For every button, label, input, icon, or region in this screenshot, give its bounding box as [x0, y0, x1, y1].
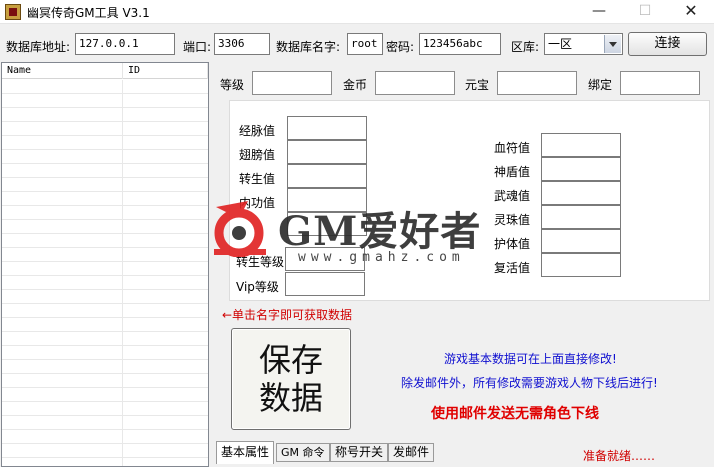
db-address-label: 数据库地址:	[6, 40, 71, 54]
bound-yuanbao-input[interactable]	[620, 71, 700, 95]
port-label: 端口:	[183, 40, 212, 54]
info-line-1: 游戏基本数据可在上面直接修改!	[444, 352, 617, 366]
blood-charm-label: 血符值	[494, 141, 531, 155]
click-name-hint: ←单击名字即可获取数据	[222, 308, 353, 322]
info-line-2: 除发邮件外，所有修改需要游戏人物下线后进行!	[401, 376, 658, 390]
yuanbao-input[interactable]	[497, 71, 577, 95]
wings-input[interactable]	[287, 140, 367, 164]
wings-label: 翅膀值	[239, 148, 276, 162]
watermark-url: www.gmahz.com	[298, 250, 465, 265]
revive-input[interactable]	[541, 253, 621, 277]
divine-shield-input[interactable]	[541, 157, 621, 181]
war-soul-input[interactable]	[541, 181, 621, 205]
level-label: 等级	[220, 78, 245, 92]
watermark-brand: GM爱好者	[278, 208, 482, 255]
port-input[interactable]: 3306	[214, 33, 270, 55]
bound-yuanbao-label: 绑定	[588, 78, 613, 92]
spirit-orb-input[interactable]	[541, 205, 621, 229]
gold-label: 金币	[343, 78, 368, 92]
body-guard-input[interactable]	[541, 229, 621, 253]
rebirth-value-input[interactable]	[287, 164, 367, 188]
save-data-button[interactable]: 保存数据	[231, 328, 351, 430]
vip-level-input[interactable]	[285, 272, 365, 296]
db-name-input[interactable]: root	[347, 33, 383, 55]
window-title: 幽冥传奇GM工具 V3.1	[27, 6, 150, 20]
zone-select[interactable]: 一区	[544, 33, 623, 55]
level-input[interactable]	[252, 71, 332, 95]
main-window: 幽冥传奇GM工具 V3.1 — ☐ ✕ 数据库地址: 127.0.0.1 端口:…	[0, 0, 714, 467]
watermark-logo-icon	[214, 201, 266, 257]
chevron-down-icon[interactable]	[604, 35, 621, 53]
tab-gm-commands[interactable]: GM 命令	[276, 443, 330, 462]
app-logo-icon	[5, 4, 21, 20]
save-data-label: 保存数据	[258, 341, 323, 417]
tab-send-mail[interactable]: 发邮件	[388, 443, 435, 462]
password-label: 密码:	[386, 40, 415, 54]
list-header: Name ID	[2, 63, 208, 79]
meridian-label: 经脉值	[239, 124, 276, 138]
list-rows[interactable]	[2, 80, 208, 466]
info-line-3: 使用邮件发送无需角色下线	[431, 406, 599, 422]
watermark: GM爱好者 www.gmahz.com	[208, 195, 528, 275]
tab-title-toggle[interactable]: 称号开关	[330, 443, 389, 462]
column-id-header[interactable]: ID	[123, 63, 208, 79]
zone-select-value: 一区	[548, 37, 573, 51]
status-text: 准备就绪……	[583, 449, 656, 463]
divine-shield-label: 神盾值	[494, 165, 531, 179]
db-name-label: 数据库名字:	[276, 40, 341, 54]
db-address-input[interactable]: 127.0.0.1	[75, 33, 175, 55]
minimize-button[interactable]: —	[576, 0, 622, 24]
password-input[interactable]: 123456abc	[419, 33, 501, 55]
rebirth-value-label: 转生值	[239, 172, 276, 186]
maximize-button[interactable]: ☐	[622, 0, 668, 24]
column-name-header[interactable]: Name	[2, 63, 123, 79]
character-list[interactable]: Name ID	[1, 62, 209, 467]
tab-basic-attributes[interactable]: 基本属性	[216, 441, 275, 464]
vip-level-label: Vip等级	[236, 280, 279, 294]
close-button[interactable]: ✕	[668, 0, 714, 24]
yuanbao-label: 元宝	[465, 78, 490, 92]
blood-charm-input[interactable]	[541, 133, 621, 157]
zone-label: 区库:	[511, 40, 540, 54]
title-bar: 幽冥传奇GM工具 V3.1 — ☐ ✕	[0, 0, 714, 24]
gold-input[interactable]	[375, 71, 455, 95]
connect-button[interactable]: 连接	[628, 32, 707, 56]
meridian-input[interactable]	[287, 116, 367, 140]
